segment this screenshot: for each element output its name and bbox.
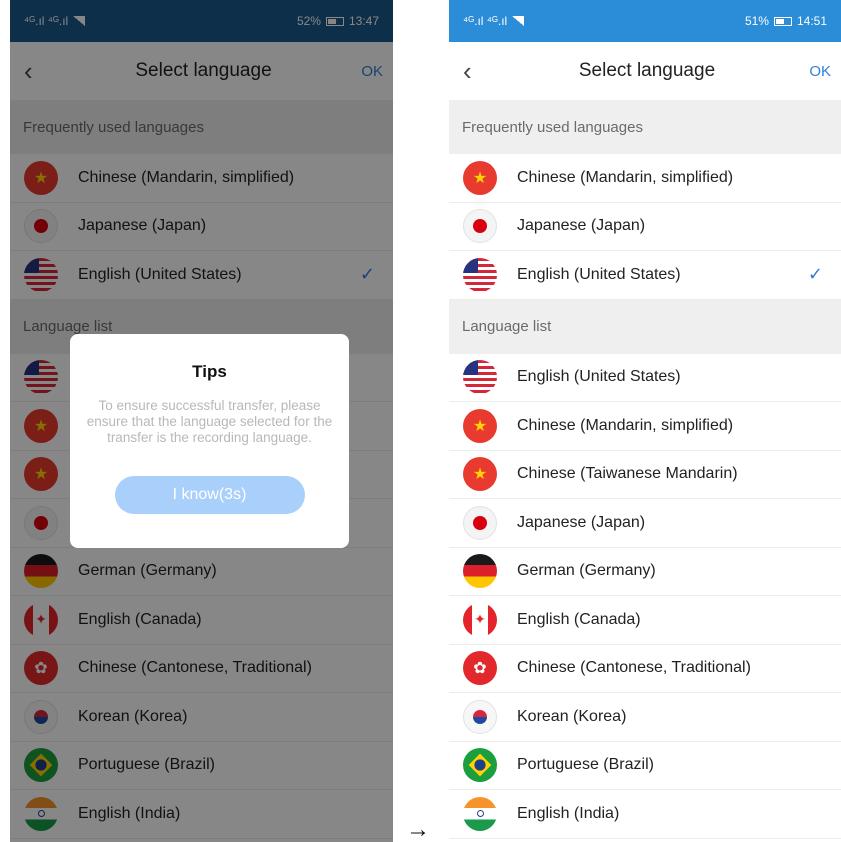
battery-icon bbox=[773, 16, 792, 26]
language-label: Chinese (Mandarin, simplified) bbox=[517, 416, 734, 434]
clock: 14:51 bbox=[796, 14, 827, 28]
flag-us-icon bbox=[463, 360, 497, 395]
language-list: English (United States) ★ Chinese (Mandari… bbox=[449, 353, 841, 839]
flag-jp-icon bbox=[463, 505, 497, 540]
flag-de-icon bbox=[463, 554, 497, 589]
language-row-cn[interactable]: ★ Chinese (Taiwanese Mandarin) bbox=[449, 450, 841, 499]
left-screen: ⁴ᴳ.ıl ⁴ᴳ.ıl 52% 13:47 ‹ Select language O… bbox=[10, 0, 393, 842]
language-row-ca[interactable]: ✦ English (Canada) bbox=[449, 596, 841, 645]
language-row-jp[interactable]: Japanese (Japan) bbox=[449, 499, 841, 548]
language-label: Korean (Korea) bbox=[517, 707, 627, 725]
dialog-message: To ensure successful transfer, please en… bbox=[86, 398, 333, 445]
language-label: English (United States) bbox=[517, 368, 681, 386]
page-title: Select language bbox=[578, 60, 716, 81]
language-label: English (United States) bbox=[517, 265, 681, 283]
nav-bar: ‹ Select language OK bbox=[449, 42, 841, 100]
battery-percent: 51% bbox=[744, 14, 769, 28]
language-row-cn[interactable]: ★ Chinese (Mandarin, simplified) bbox=[449, 402, 841, 451]
language-row-us[interactable]: English (United States) ✓ bbox=[449, 251, 841, 300]
flag-cn-icon: ★ bbox=[463, 160, 497, 195]
wifi-icon bbox=[512, 16, 525, 26]
language-label: Japanese (Japan) bbox=[517, 513, 646, 531]
language-row-de[interactable]: German (Germany) bbox=[449, 547, 841, 596]
tips-dialog: Tips To ensure successful transfer, plea… bbox=[70, 334, 349, 548]
back-icon[interactable]: ‹ bbox=[463, 58, 493, 84]
flag-cn-icon: ★ bbox=[463, 457, 497, 492]
flag-in-icon bbox=[463, 796, 497, 831]
i-know-button[interactable]: I know(3s) bbox=[114, 476, 305, 514]
language-label: German (Germany) bbox=[517, 562, 656, 580]
right-screen: ⁴ᴳ.ıl ⁴ᴳ.ıl 51% 14:51 ‹ Select language O… bbox=[449, 0, 841, 842]
language-label: English (India) bbox=[517, 804, 620, 822]
flag-jp-icon bbox=[463, 209, 497, 244]
language-row-us[interactable]: English (United States) bbox=[449, 353, 841, 402]
language-row-jp[interactable]: Japanese (Japan) bbox=[449, 202, 841, 251]
status-bar: ⁴ᴳ.ıl ⁴ᴳ.ıl 51% 14:51 bbox=[449, 0, 841, 42]
language-label: Chinese (Taiwanese Mandarin) bbox=[517, 465, 738, 483]
flag-hk-icon: ✿ bbox=[463, 651, 497, 686]
flag-kr-icon bbox=[463, 699, 497, 734]
language-label: English (Canada) bbox=[517, 610, 641, 628]
language-row-kr[interactable]: Korean (Korea) bbox=[449, 693, 841, 742]
section-header-frequent: Frequently used languages bbox=[449, 100, 841, 154]
check-icon: ✓ bbox=[807, 264, 823, 285]
language-label: Chinese (Mandarin, simplified) bbox=[517, 168, 734, 186]
signal-text: ⁴ᴳ.ıl ⁴ᴳ.ıl bbox=[463, 14, 508, 28]
flag-br-icon bbox=[463, 748, 497, 783]
language-row-br[interactable]: Portuguese (Brazil) bbox=[449, 741, 841, 790]
language-label: Portuguese (Brazil) bbox=[517, 756, 654, 774]
section-header-list: Language list bbox=[449, 299, 841, 354]
comparison-page: ⁴ᴳ.ıl ⁴ᴳ.ıl 52% 13:47 ‹ Select language O… bbox=[0, 0, 841, 842]
arrow-icon: → bbox=[406, 816, 430, 842]
flag-ca-icon: ✦ bbox=[463, 602, 497, 637]
frequent-language-list: ★ Chinese (Mandarin, simplified) Japanese … bbox=[449, 154, 841, 300]
language-label: Japanese (Japan) bbox=[517, 217, 646, 235]
flag-us-icon bbox=[463, 257, 497, 292]
dialog-title: Tips bbox=[192, 362, 227, 381]
language-row-in[interactable]: English (India) bbox=[449, 790, 841, 839]
language-row-hk[interactable]: ✿ Chinese (Cantonese, Traditional) bbox=[449, 644, 841, 693]
language-label: Chinese (Cantonese, Traditional) bbox=[517, 659, 751, 677]
language-row-cn[interactable]: ★ Chinese (Mandarin, simplified) bbox=[449, 154, 841, 203]
flag-cn-icon: ★ bbox=[463, 408, 497, 443]
ok-button[interactable]: OK bbox=[801, 63, 831, 80]
